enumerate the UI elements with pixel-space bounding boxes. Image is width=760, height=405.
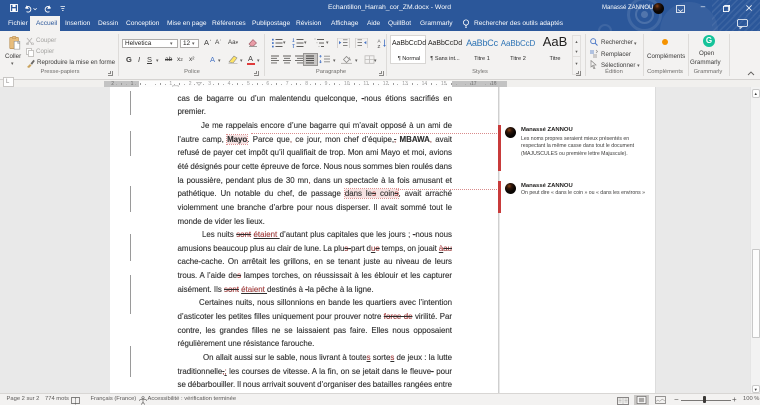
svg-text:Z: Z bbox=[378, 44, 381, 48]
svg-text:A: A bbox=[378, 39, 382, 44]
